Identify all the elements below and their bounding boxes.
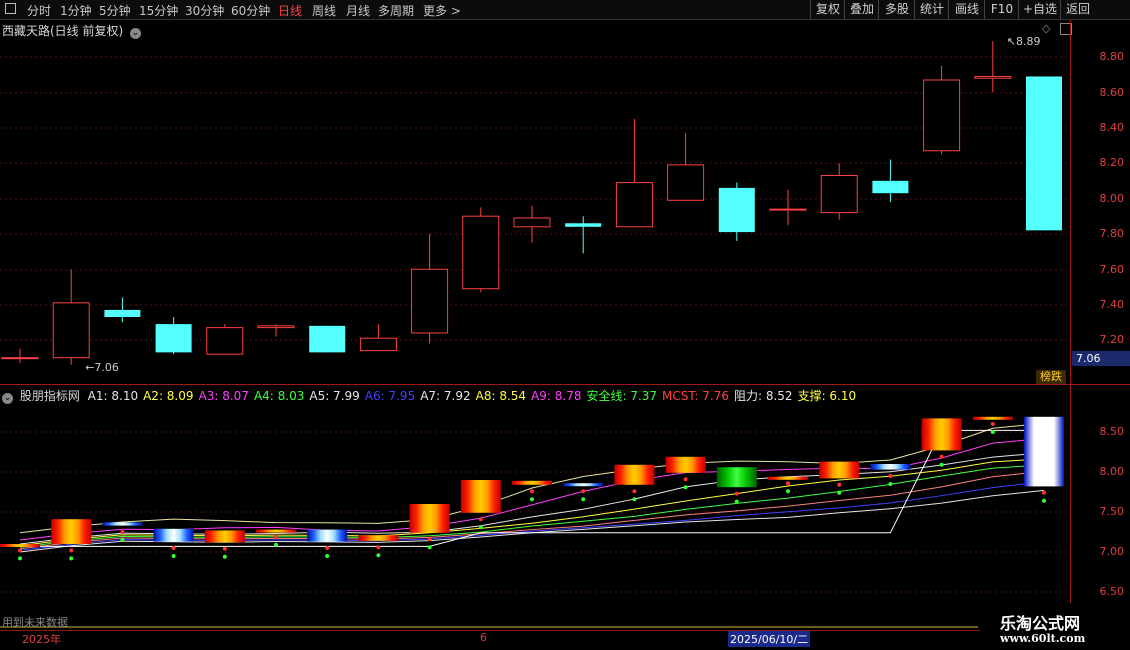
signal-dot-red (581, 489, 586, 494)
signal-dot-red (990, 422, 995, 426)
chart-canvas[interactable]: ↖8.89 ←7.06 (0, 0, 1130, 650)
signal-dot-green (683, 485, 688, 490)
signal-dot-red (427, 537, 432, 542)
candle-body (359, 337, 397, 352)
year-label: 2025年 (22, 633, 61, 646)
signal-dot-red (632, 489, 637, 494)
signal-dot-green (120, 538, 125, 542)
future-data-note: 用到未来数据 (2, 616, 68, 629)
indicator-bar (870, 464, 911, 470)
candle-body (257, 325, 295, 329)
candle-body (411, 268, 449, 334)
indicator-bar (665, 456, 706, 473)
signal-dot-red (376, 545, 381, 550)
candle-body (872, 180, 909, 194)
signal-dot-red (69, 548, 74, 553)
signal-dot-red (939, 454, 944, 459)
candle-body (104, 309, 141, 318)
indicator-bar (614, 464, 655, 485)
signal-dot-red (325, 546, 330, 550)
signal-dot-green (171, 554, 176, 558)
signal-dot-green (888, 482, 893, 486)
indicator-bar (716, 467, 757, 488)
indicator-bar (51, 519, 92, 544)
signal-dot-red (478, 517, 483, 522)
indicator-bar (460, 480, 501, 513)
signal-dot-red (1042, 490, 1046, 495)
watermark-title: 乐淘公式网 (1000, 614, 1081, 633)
indicator-bar (256, 529, 296, 533)
signal-dot-green (734, 499, 739, 504)
indicator-bar (768, 476, 808, 480)
signal-dot-green (786, 489, 790, 494)
signal-dot-green (632, 497, 637, 502)
candle-body (974, 75, 1012, 79)
signal-dot-green (990, 430, 995, 434)
indicator-bar (409, 504, 450, 533)
signal-dot-green (222, 554, 227, 559)
signal-dot-green (581, 497, 586, 502)
low-marker: ←7.06 (85, 361, 119, 374)
indicator-bar (563, 483, 604, 487)
candle-body (718, 187, 755, 233)
candle-body (309, 325, 346, 353)
signal-dot-green (376, 553, 381, 558)
candle-body (615, 182, 653, 228)
month-label: 6 (480, 631, 487, 644)
candle-body (513, 217, 551, 228)
signal-dot-green (1042, 498, 1046, 503)
candle-body (52, 302, 90, 359)
signal-dot-green (18, 556, 22, 561)
signal-dot-green (274, 542, 278, 547)
signal-dot-red (171, 546, 176, 550)
indicator-bar (204, 530, 245, 543)
signal-dot-red (888, 474, 893, 478)
signal-dot-red (222, 546, 227, 551)
candle-body (462, 215, 500, 290)
signal-dot-red (837, 482, 842, 487)
signal-dot-red (786, 481, 790, 486)
indicator-bar (358, 535, 399, 541)
signal-dot-red (274, 534, 278, 539)
signal-dot-red (530, 489, 534, 494)
candle-body (667, 164, 705, 201)
signal-dot-red (734, 491, 739, 496)
candle-body (923, 79, 961, 152)
signal-dot-red (683, 477, 688, 482)
signal-dot-green (837, 490, 842, 495)
indicator-bar (307, 529, 348, 542)
candle-body (1026, 76, 1062, 231)
time-axis: 2025年 6 2025/06/10/二 (0, 630, 980, 647)
indicator-bar (1024, 416, 1064, 487)
candle-body (155, 324, 192, 353)
signal-dot-red (120, 530, 125, 534)
watermark-url: www.60lt.com (1000, 632, 1086, 645)
signal-dot-green (530, 497, 534, 502)
signal-dot-green (69, 556, 74, 561)
date-cursor-label: 2025/06/10/二 (728, 631, 811, 647)
signal-dot-green (325, 554, 330, 558)
signal-dot-red (18, 548, 22, 553)
indicator-bar (819, 461, 860, 479)
indicator-bar (102, 522, 143, 526)
indicator-bar (512, 480, 552, 485)
candle-body (206, 327, 244, 355)
indicator-bar (0, 544, 40, 547)
candle-body (769, 208, 807, 211)
signal-dot-green (478, 525, 483, 530)
indicator-bar (972, 416, 1013, 420)
candle-body (1, 357, 39, 360)
candle-body (565, 223, 602, 227)
candle-body (820, 175, 858, 214)
signal-dot-green (939, 462, 944, 467)
signal-dot-green (427, 545, 432, 550)
high-marker: ↖8.89 (1007, 35, 1041, 48)
indicator-bar (153, 528, 194, 542)
indicator-bar (921, 418, 962, 451)
